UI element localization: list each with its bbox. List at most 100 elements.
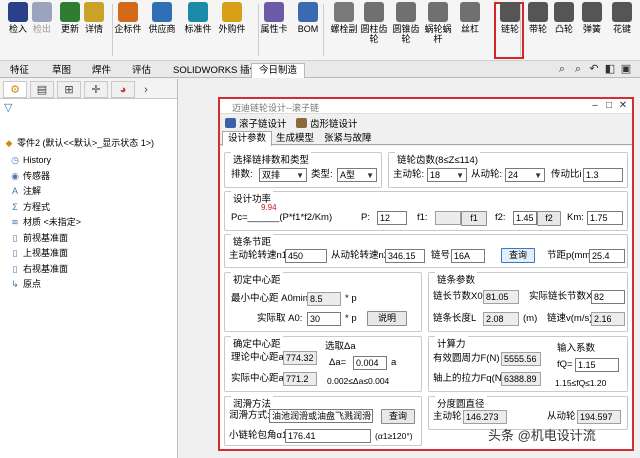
ribbon-button-18[interactable]: 弹簧 — [578, 2, 606, 34]
display-manager-tab-icon[interactable]: ◕ — [111, 81, 135, 98]
tab-today-manufacturing[interactable]: 今日制造 — [251, 63, 306, 78]
driver-pitch-diameter-input[interactable]: 146.273 — [463, 410, 507, 424]
check-in-icon — [8, 2, 28, 22]
wrap-angle-input[interactable]: 176.41 — [285, 429, 371, 443]
dialog-tabs: 设计参数 生成模型 张紧与故障 — [220, 129, 632, 146]
chain-speed-input[interactable]: 2.16 — [591, 312, 625, 326]
ribbon-button-8[interactable]: 属性卡 — [260, 2, 288, 34]
ribbon-button-19[interactable]: 花键 — [608, 2, 636, 34]
ribbon-button-11[interactable]: 圆柱齿 轮 — [360, 2, 388, 44]
ribbon-button-label: 企标件 — [114, 24, 142, 34]
tree-item[interactable]: ▯ 右视基准面 — [10, 262, 69, 277]
minimize-icon[interactable]: – — [588, 99, 602, 113]
driver-speed-input[interactable]: 450 — [285, 249, 327, 263]
ratio-input[interactable]: 1.3 — [583, 168, 623, 182]
pitch-input[interactable]: 25.4 — [589, 249, 625, 263]
zoom-fit-icon[interactable]: ⌕ — [556, 63, 568, 75]
explain-button[interactable]: 说明 — [367, 311, 407, 326]
expand-arrow-icon[interactable]: › — [138, 81, 154, 98]
driven-teeth-select[interactable]: 24 ▼ — [505, 168, 545, 182]
f1-input[interactable] — [435, 211, 461, 225]
ribbon-button-6[interactable]: 标准件 — [184, 2, 212, 34]
tree-item[interactable]: ▯ 前视基准面 — [10, 231, 69, 246]
ribbon-button-5[interactable]: 供应商 — [148, 2, 176, 34]
ribbon-button-13[interactable]: 蜗轮蜗 杆 — [424, 2, 452, 44]
ribbon-button-7[interactable]: 外购件 — [218, 2, 246, 34]
tab-design-params[interactable]: 设计参数 — [222, 131, 273, 146]
tree-item[interactable]: Σ 方程式 — [10, 200, 50, 215]
tree-item[interactable]: ≋ 材质 <未指定> — [10, 215, 81, 230]
ribbon-button-17[interactable]: 凸轮 — [550, 2, 578, 34]
driven-pitch-diameter-input[interactable]: 194.597 — [577, 410, 621, 424]
ribbon-button-1[interactable]: 检出 — [28, 2, 56, 34]
ribbon-button-14[interactable]: 丝杠 — [456, 2, 484, 34]
tab-features[interactable]: 特征 — [2, 63, 37, 78]
ribbon-button-10[interactable]: 螺栓副 — [330, 2, 358, 34]
km-input[interactable]: 1.75 — [587, 211, 623, 225]
min-center-input[interactable]: 8.5 — [307, 292, 341, 306]
close-icon[interactable]: ✕ — [616, 99, 630, 113]
worm-gear-icon — [428, 2, 448, 22]
tree-item[interactable]: ◷ History — [10, 153, 51, 168]
details-icon — [84, 2, 104, 22]
driver-teeth-select[interactable]: 18 ▼ — [427, 168, 467, 182]
ribbon-button-label: 属性卡 — [260, 24, 288, 34]
shaft-force-input[interactable]: 6388.89 — [501, 372, 541, 386]
tree-item[interactable]: ↳ 原点 — [10, 277, 41, 292]
chain-type-group: 选择链排数和类型 排数: 双排 ▼ 类型: A型 ▼ — [224, 152, 382, 188]
chain-links-x0-input[interactable]: 81.05 — [483, 290, 519, 304]
tree-root-part[interactable]: ◆ 零件2 (默认<<默认>_显示状态 1>) — [4, 136, 155, 151]
ribbon-button-9[interactable]: BOM — [294, 2, 322, 34]
previous-view-icon[interactable]: ↶ — [588, 63, 600, 75]
driven-speed-input[interactable]: 346.15 — [385, 249, 425, 263]
ribbon-button-16[interactable]: 带轮 — [524, 2, 552, 34]
ribbon-button-3[interactable]: 详情 — [80, 2, 108, 34]
ribbon-button-label: 弹簧 — [582, 24, 601, 34]
plane-icon: ▯ — [12, 263, 18, 274]
feature-manager-tab-icon[interactable]: ⚙ — [3, 81, 27, 98]
actual-center-input[interactable]: 30 — [307, 312, 341, 326]
command-tabs: 特征 草图 焊件 评估 SOLIDWORKS 插件 今日制造 ⌕ ⌕ ↶ ◧ ▣ — [0, 61, 640, 78]
maximize-icon[interactable]: □ — [602, 99, 616, 113]
f2-button[interactable]: f2 — [537, 211, 561, 226]
chain-links-x-input[interactable]: 82 — [591, 290, 625, 304]
tree-item[interactable]: ◉ 传感器 — [10, 169, 50, 184]
dimxpert-tab-icon[interactable]: ✛ — [84, 81, 108, 98]
tab-tension-fault[interactable]: 张紧与故障 — [318, 131, 378, 145]
configuration-manager-tab-icon[interactable]: ⊞ — [57, 81, 81, 98]
silent-chain-design-button[interactable]: 齿形链设计 — [296, 116, 358, 130]
delta-a-input[interactable]: 0.004 — [353, 356, 387, 370]
coefficient-input[interactable]: 1.15 — [575, 358, 619, 372]
tab-evaluate[interactable]: 评估 — [124, 63, 159, 78]
f2-input[interactable]: 1.45 — [513, 211, 537, 225]
tab-weldments[interactable]: 焊件 — [84, 63, 119, 78]
tree-item-label: 材质 <未指定> — [23, 217, 82, 227]
chain-rows-select[interactable]: 双排 ▼ — [259, 168, 307, 182]
circumferential-force-input[interactable]: 5555.56 — [501, 352, 541, 366]
chain-type-select[interactable]: A型 ▼ — [337, 168, 377, 182]
tab-sketch[interactable]: 草图 — [44, 63, 79, 78]
theory-center-input[interactable]: 774.32 — [283, 351, 317, 365]
tree-item[interactable]: A 注解 — [10, 184, 41, 199]
section-view-icon[interactable]: ◧ — [604, 63, 616, 75]
power-p-input[interactable]: 12 — [377, 211, 407, 225]
ribbon-button-12[interactable]: 圆锥齿 轮 — [392, 2, 420, 44]
roller-chain-design-button[interactable]: 滚子链设计 — [225, 116, 287, 130]
pulley-icon — [528, 2, 548, 22]
f1-button[interactable]: f1 — [461, 211, 487, 226]
tab-generate-model[interactable]: 生成模型 — [270, 131, 320, 145]
chain-length-input[interactable]: 2.08 — [483, 312, 519, 326]
ribbon-button-15[interactable]: 链轮 — [496, 2, 524, 34]
chain-query-button[interactable]: 查询 — [501, 248, 535, 263]
lead-screw-icon — [460, 2, 480, 22]
lubrication-method-input[interactable]: 油池润滑或油盘飞溅润滑 — [269, 409, 373, 423]
chain-number-input[interactable]: 16A — [451, 249, 485, 263]
ribbon-button-4[interactable]: 企标件 — [114, 2, 142, 34]
lubrication-query-button[interactable]: 查询 — [381, 409, 415, 424]
view-orientation-icon[interactable]: ▣ — [620, 63, 632, 75]
tree-item[interactable]: ▯ 上视基准面 — [10, 246, 69, 261]
zoom-area-icon[interactable]: ⌕ — [572, 63, 584, 75]
actual-center-result-input[interactable]: 771.2 — [283, 372, 317, 386]
property-manager-tab-icon[interactable]: ▤ — [30, 81, 54, 98]
filter-icon[interactable]: ▽ — [4, 101, 12, 114]
